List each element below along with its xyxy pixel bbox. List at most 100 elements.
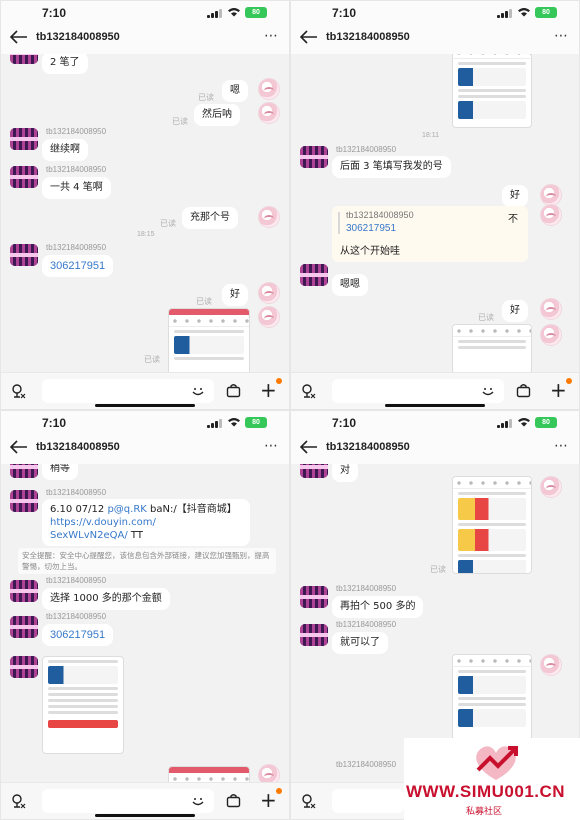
order-screenshot-image[interactable]: [452, 476, 532, 574]
my-avatar[interactable]: [540, 184, 562, 206]
avatar[interactable]: [10, 166, 38, 188]
shopping-bag-icon[interactable]: [516, 383, 531, 398]
read-receipt: 已读: [160, 219, 176, 228]
home-indicator[interactable]: [95, 814, 195, 817]
avatar[interactable]: [10, 54, 38, 64]
timestamp: 18:15: [137, 231, 155, 238]
avatar[interactable]: [10, 244, 38, 266]
status-bar: 7:10 80: [290, 410, 580, 434]
home-indicator[interactable]: [385, 404, 485, 407]
message-input[interactable]: [332, 379, 504, 403]
message-input[interactable]: [42, 379, 214, 403]
avatar[interactable]: [300, 146, 328, 168]
message-bubble: 选择 1000 多的那个金额: [42, 588, 170, 610]
my-avatar[interactable]: [540, 476, 562, 498]
back-arrow-icon[interactable]: [300, 30, 318, 44]
my-avatar[interactable]: [258, 78, 280, 100]
plus-icon[interactable]: +: [260, 790, 277, 810]
avatar[interactable]: [300, 464, 328, 478]
my-avatar[interactable]: [258, 306, 280, 328]
voice-icon[interactable]: [300, 383, 316, 399]
avatar[interactable]: [10, 656, 38, 678]
my-avatar[interactable]: [258, 206, 280, 228]
order-screenshot-image[interactable]: [452, 654, 532, 744]
avatar[interactable]: [300, 264, 328, 286]
my-avatar[interactable]: [258, 102, 280, 124]
read-receipt: 已读: [198, 93, 214, 102]
contact-name: tb132184008950: [326, 441, 410, 453]
avatar[interactable]: [10, 580, 38, 602]
home-indicator[interactable]: [95, 404, 195, 407]
message-link[interactable]: https://v.douyin.com/: [50, 517, 156, 528]
my-avatar[interactable]: [540, 654, 562, 676]
more-options-icon[interactable]: ⋯: [554, 438, 569, 454]
plus-icon[interactable]: +: [260, 380, 277, 400]
signal-icon: [207, 9, 222, 18]
wifi-icon: [518, 8, 530, 17]
back-arrow-icon[interactable]: [300, 440, 318, 454]
message-list[interactable]: 对 已读 tb132184008950 再拍个 500 多的 tb1321840…: [290, 464, 580, 782]
order-screenshot-image[interactable]: [452, 54, 532, 128]
my-avatar[interactable]: [540, 324, 562, 346]
order-screenshot-image[interactable]: [452, 324, 532, 372]
contact-name: tb132184008950: [36, 441, 120, 453]
wifi-icon: [518, 418, 530, 427]
notification-dot: [566, 378, 572, 384]
plus-icon[interactable]: +: [550, 380, 567, 400]
chat-header: tb132184008950 ⋯: [0, 434, 290, 464]
message-link[interactable]: p@q.RK: [107, 504, 146, 515]
emoji-icon[interactable]: [480, 383, 496, 399]
more-options-icon[interactable]: ⋯: [264, 438, 279, 454]
order-screenshot-image[interactable]: [42, 656, 124, 754]
avatar[interactable]: [10, 464, 38, 478]
watermark-site: WWW.SIMU001.CN: [406, 782, 566, 801]
order-screenshot-image[interactable]: [168, 308, 250, 372]
my-avatar[interactable]: [540, 204, 562, 226]
sender-name: tb132184008950: [46, 488, 107, 497]
message-input[interactable]: [42, 789, 214, 813]
message-bubble: 2 笔了: [42, 54, 88, 74]
voice-icon[interactable]: [10, 793, 26, 809]
shopping-bag-icon[interactable]: [226, 383, 241, 398]
share-link-message[interactable]: 6.10 07/12 p@q.RK baN:/【抖音商城】 https://v.d…: [42, 499, 250, 546]
my-avatar[interactable]: [258, 282, 280, 304]
voice-icon[interactable]: [300, 793, 316, 809]
my-avatar[interactable]: [258, 764, 280, 782]
chat-header: tb132184008950 ⋯: [290, 24, 580, 54]
voice-icon[interactable]: [10, 383, 26, 399]
sender-name: tb132184008950: [46, 127, 107, 136]
avatar[interactable]: [10, 128, 38, 150]
back-arrow-icon[interactable]: [10, 30, 28, 44]
emoji-icon[interactable]: [190, 793, 206, 809]
message-link[interactable]: SexWLvN2eQA/: [50, 530, 128, 541]
sender-name: tb132184008950: [336, 760, 397, 769]
avatar[interactable]: [300, 586, 328, 608]
message-list[interactable]: 稍等 tb132184008950 6.10 07/12 p@q.RK baN:…: [0, 464, 290, 782]
message-input[interactable]: [332, 789, 404, 813]
sender-name: tb132184008950: [46, 243, 107, 252]
wifi-icon: [228, 418, 240, 427]
order-number-message[interactable]: 306217951: [42, 624, 114, 646]
signal-icon: [207, 419, 222, 428]
avatar[interactable]: [10, 616, 38, 638]
watermark-subtitle: 私募社区: [466, 807, 503, 817]
message-bubble: 就可以了: [332, 632, 388, 654]
more-options-icon[interactable]: ⋯: [264, 28, 279, 44]
message-list[interactable]: 18:11 tb132184008950 后面 3 笔填写我发的号 好 tb13…: [290, 54, 580, 372]
order-screenshot-image[interactable]: [168, 766, 250, 782]
timestamp: 18:11: [422, 132, 439, 139]
more-options-icon[interactable]: ⋯: [554, 28, 569, 44]
avatar[interactable]: [300, 624, 328, 646]
my-avatar[interactable]: [540, 298, 562, 320]
chat-header: tb132184008950 ⋯: [290, 434, 580, 464]
back-arrow-icon[interactable]: [10, 440, 28, 454]
message-bubble: 嗯嗯: [332, 274, 368, 296]
message-text: baN:/【抖音商城】: [146, 504, 237, 515]
sender-name: tb132184008950: [46, 612, 107, 621]
shopping-bag-icon[interactable]: [226, 793, 241, 808]
order-number-message[interactable]: 306217951: [42, 255, 114, 277]
quoted-sender: tb132184008950: [346, 210, 414, 220]
avatar[interactable]: [10, 490, 38, 512]
message-list[interactable]: 2 笔了 嗯 已读 然后呐 已读 tb132184008950 继续啊 tb13…: [0, 54, 290, 372]
emoji-icon[interactable]: [190, 383, 206, 399]
